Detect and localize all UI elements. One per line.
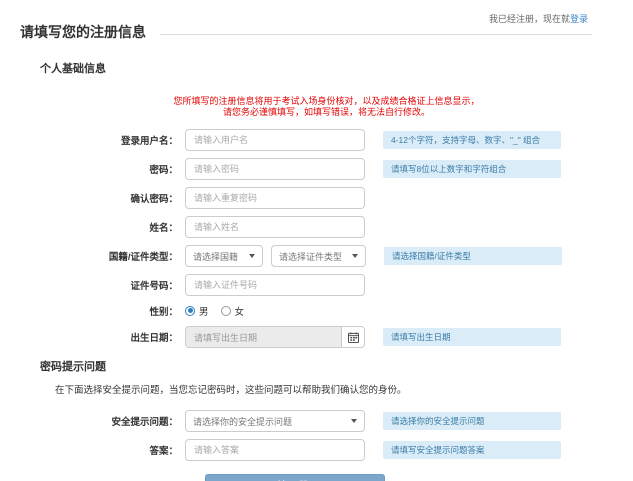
- already-registered-note: 我已经注册，现在就登录: [489, 12, 588, 25]
- gender-radio-group: 男 女: [185, 304, 256, 318]
- confirm-password-row: 确认密码：: [20, 187, 633, 209]
- nationality-select[interactable]: 请选择国籍: [185, 245, 263, 267]
- password-hint: 请填写8位以上数字和字符组合: [383, 160, 561, 178]
- answer-input[interactable]: [185, 439, 365, 461]
- password-label: 密码：: [20, 162, 178, 176]
- already-registered-text: 我已经注册，现在就: [489, 14, 570, 24]
- calendar-icon: [348, 332, 359, 343]
- gender-male-label: 男: [199, 304, 209, 318]
- confirm-password-input[interactable]: [185, 187, 365, 209]
- answer-label: 答案：: [20, 443, 178, 457]
- registration-page: 我已经注册，现在就登录 请填写您的注册信息 个人基础信息 您所填写的注册信息将用…: [0, 0, 633, 481]
- section-password-question-subtitle: 在下面选择安全提示问题，当您忘记密码时，这些问题可以帮助我们确认您的身份。: [55, 382, 633, 396]
- security-question-row: 安全提示问题： 请选择你的安全提示问题 请选择你的安全提示问题: [20, 410, 633, 432]
- radio-icon: [185, 306, 195, 316]
- chevron-down-icon: [352, 254, 358, 258]
- security-question-hint: 请选择你的安全提示问题: [383, 412, 561, 430]
- security-question-form: 安全提示问题： 请选择你的安全提示问题 请选择你的安全提示问题 答案： 请填写安…: [0, 410, 633, 481]
- nationality-select-value: 请选择国籍: [193, 250, 238, 263]
- name-label: 姓名：: [20, 220, 178, 234]
- header-divider: [160, 34, 592, 35]
- security-question-select-value: 请选择你的安全提示问题: [193, 415, 292, 428]
- id-type-select-value: 请选择证件类型: [279, 250, 342, 263]
- gender-radio-female[interactable]: 女: [221, 304, 245, 318]
- chevron-down-icon: [351, 419, 357, 423]
- birth-date-input[interactable]: 请填写出生日期: [185, 326, 341, 348]
- radio-icon: [221, 306, 231, 316]
- name-input[interactable]: [185, 216, 365, 238]
- id-number-input[interactable]: [185, 274, 365, 296]
- username-label: 登录用户名：: [20, 133, 178, 147]
- warning-line-2: 请您务必谨慎填写，如填写错误，将无法自行修改。: [20, 107, 633, 118]
- registration-warning: 您所填写的注册信息将用于考试入场身份核对，以及成绩合格证上信息显示， 请您务必谨…: [0, 96, 633, 118]
- nationality-label: 国籍/证件类型：: [20, 249, 178, 263]
- answer-row: 答案： 请填写安全提示问题答案: [20, 439, 633, 461]
- register-button[interactable]: 注 册: [205, 474, 385, 481]
- answer-hint: 请填写安全提示问题答案: [383, 441, 561, 459]
- password-input[interactable]: [185, 158, 365, 180]
- id-type-select[interactable]: 请选择证件类型: [271, 245, 366, 267]
- birth-date-group: 请填写出生日期: [185, 326, 365, 348]
- id-number-label: 证件号码：: [20, 278, 178, 292]
- login-link[interactable]: 登录: [570, 14, 588, 24]
- confirm-password-label: 确认密码：: [20, 191, 178, 205]
- registration-form: 登录用户名： 4-12个字符，支持字母、数字、"_" 组合 密码： 请填写8位以…: [0, 129, 633, 348]
- birth-date-hint: 请填写出生日期: [383, 328, 561, 346]
- page-title: 请填写您的注册信息: [20, 22, 146, 42]
- gender-row: 性别： 男 女: [20, 303, 633, 318]
- birth-date-row: 出生日期： 请填写出生日期: [20, 326, 633, 348]
- section-password-question-title: 密码提示问题: [40, 358, 633, 374]
- birth-date-label: 出生日期：: [20, 330, 178, 344]
- nationality-hint: 请选择国籍/证件类型: [384, 247, 562, 265]
- username-hint: 4-12个字符，支持字母、数字、"_" 组合: [383, 131, 561, 149]
- username-row: 登录用户名： 4-12个字符，支持字母、数字、"_" 组合: [20, 129, 633, 151]
- gender-female-label: 女: [235, 304, 245, 318]
- calendar-button[interactable]: [341, 326, 365, 348]
- username-input[interactable]: [185, 129, 365, 151]
- gender-radio-male[interactable]: 男: [185, 304, 209, 318]
- section-personal-info-title: 个人基础信息: [40, 60, 633, 76]
- gender-label: 性别：: [20, 304, 178, 318]
- id-number-row: 证件号码：: [20, 274, 633, 296]
- chevron-down-icon: [249, 254, 255, 258]
- security-question-select[interactable]: 请选择你的安全提示问题: [185, 410, 365, 432]
- security-question-label: 安全提示问题：: [20, 414, 178, 428]
- password-row: 密码： 请填写8位以上数字和字符组合: [20, 158, 633, 180]
- nationality-row: 国籍/证件类型： 请选择国籍 请选择证件类型 请选择国籍/证件类型: [20, 245, 633, 267]
- warning-line-1: 您所填写的注册信息将用于考试入场身份核对，以及成绩合格证上信息显示，: [20, 96, 633, 107]
- name-row: 姓名：: [20, 216, 633, 238]
